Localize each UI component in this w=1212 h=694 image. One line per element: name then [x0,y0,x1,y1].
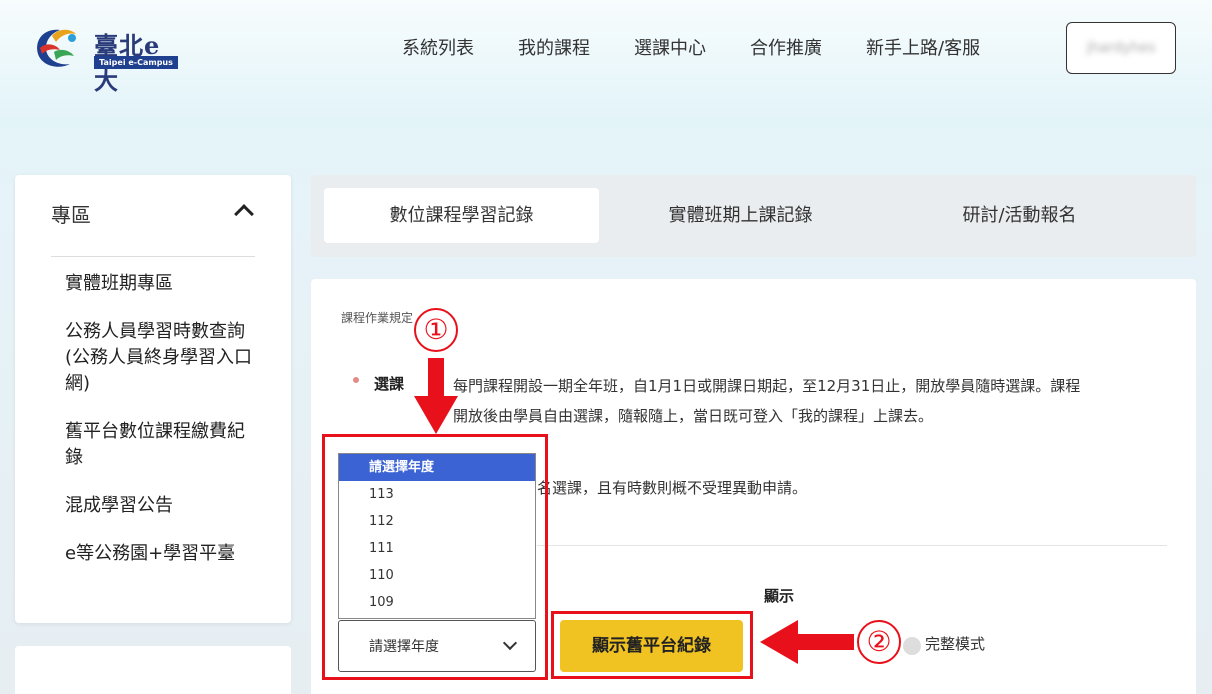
tabs-bar: 數位課程學習記錄 實體班期上課記錄 研討/活動報名 [311,175,1196,257]
arrow-left-icon [760,620,854,664]
nav-help[interactable]: 新手上路/客服 [866,34,980,64]
annotation-box-show-button [551,611,753,679]
rule-label: 選課 [374,375,405,393]
user-name: jhardyhes [1086,40,1156,56]
main-nav: 系統列表 我的課程 選課中心 合作推廣 新手上路/客服 [402,34,1024,64]
arrow-down-icon [414,358,458,434]
display-label: 顯示 [764,587,795,605]
nav-my-courses[interactable]: 我的課程 [518,34,590,64]
nav-system-list[interactable]: 系統列表 [402,34,474,64]
divider [537,545,1167,546]
full-mode-radio[interactable] [903,637,921,655]
tab-seminar-registration[interactable]: 研討/活動報名 [882,188,1157,243]
sidebar-item-blended-announcement[interactable]: 混成學習公告 [65,493,255,519]
sidebar-item-e-platform[interactable]: e等公務園+學習平臺 [65,541,255,567]
sidebar-item-payment-records[interactable]: 舊平台數位課程繳費紀錄 [65,419,255,471]
full-mode-label: 完整模式 [925,635,986,653]
logo[interactable]: 臺北e大 Taipei e-Campus [30,22,180,95]
tab-digital-course-records[interactable]: 數位課程學習記錄 [324,188,599,243]
sidebar: 專區 實體班期專區 公務人員學習時數查詢 (公務人員終身學習入口網) 舊平台數位… [15,175,291,623]
sidebar-list: 實體班期專區 公務人員學習時數查詢 (公務人員終身學習入口網) 舊平台數位課程繳… [65,271,255,589]
bullet-icon [353,377,359,383]
rules-title: 課程作業規定 [341,311,414,325]
sidebar-secondary [15,646,291,694]
nav-partnership[interactable]: 合作推廣 [750,34,822,64]
annotation-step-2: ② [857,620,901,664]
rule-text: 每門課程開設一期全年班，自1月1日或開課日期起，至12月31日止，開放學員隨時選… [453,377,1081,425]
annotation-step-1: ① [414,308,458,352]
rule-text-secondary: 名選課，且有時數則概不受理異動申請。 [537,479,808,497]
logo-subtitle: Taipei e-Campus [94,56,178,69]
header: 臺北e大 Taipei e-Campus 系統列表 我的課程 選課中心 合作推廣… [0,0,1212,100]
sidebar-item-learning-hours[interactable]: 公務人員學習時數查詢 (公務人員終身學習入口網) [65,319,255,397]
tab-physical-class-records[interactable]: 實體班期上課記錄 [603,188,878,243]
user-account-button[interactable]: jhardyhes [1066,22,1176,74]
logo-icon [37,29,76,67]
annotation-box-year-select [322,434,548,680]
sidebar-title: 專區 [51,203,91,227]
sidebar-header[interactable]: 專區 [51,201,255,257]
nav-course-center[interactable]: 選課中心 [634,34,706,64]
sidebar-item-physical-classes[interactable]: 實體班期專區 [65,271,255,297]
